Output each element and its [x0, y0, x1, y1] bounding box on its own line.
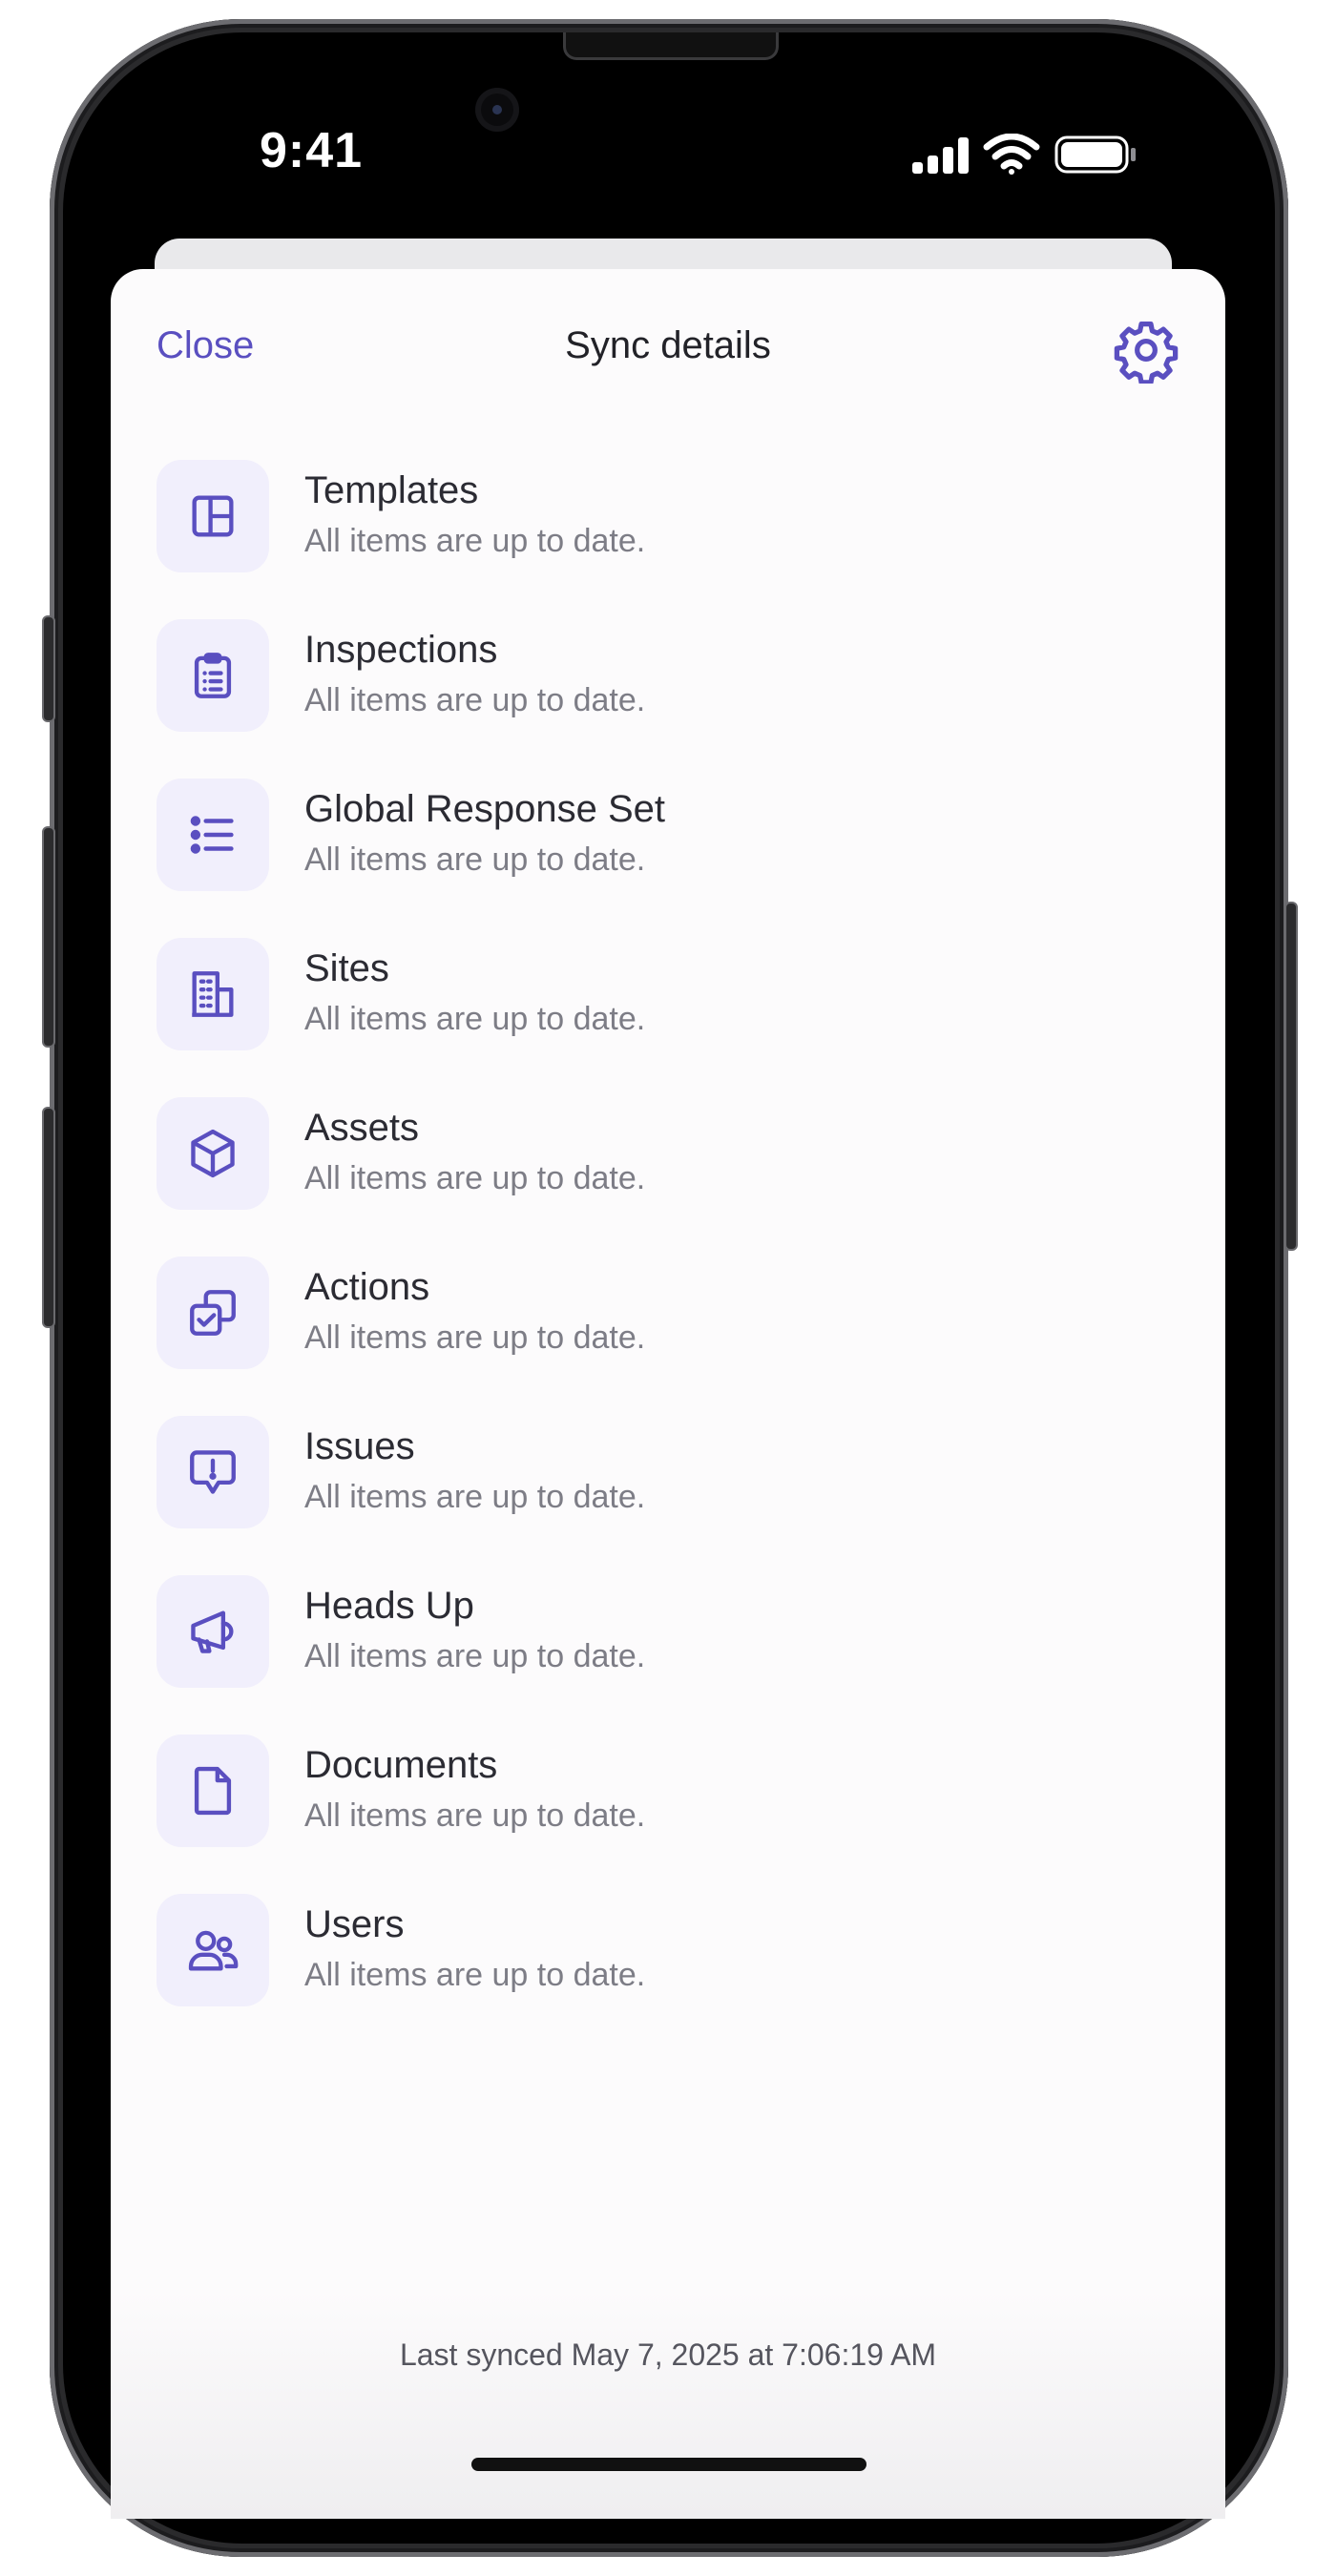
icon-tile: [157, 1575, 269, 1688]
megaphone-icon: [191, 1610, 234, 1653]
speaker-grille: [563, 32, 779, 60]
list-item-users[interactable]: Users All items are up to date.: [157, 1894, 1187, 2053]
item-title: Heads Up: [304, 1585, 474, 1627]
home-indicator[interactable]: [471, 2458, 866, 2471]
sheet-footer-area: [111, 2290, 1225, 2519]
item-title: Users: [304, 1903, 405, 1945]
status-time: 9:41: [260, 123, 364, 178]
checkbox-copy-icon: [190, 1290, 236, 1336]
document-icon: [194, 1766, 232, 1816]
clipboard-list-icon: [194, 653, 232, 698]
battery-icon: [1054, 135, 1136, 174]
icon-tile: [157, 938, 269, 1050]
item-title: Actions: [304, 1266, 430, 1308]
list-item-actions[interactable]: Actions All items are up to date.: [157, 1257, 1187, 1416]
icon-tile: [157, 779, 269, 891]
icon-tile: [157, 1257, 269, 1369]
list-item-global-response-set[interactable]: Global Response Set All items are up to …: [157, 779, 1187, 938]
alert-message-icon: [190, 1450, 236, 1494]
list-item-inspections[interactable]: Inspections All items are up to date.: [157, 619, 1187, 779]
page-title: Sync details: [565, 324, 771, 366]
icon-tile: [157, 1735, 269, 1847]
volume-up-button: [42, 826, 55, 1048]
icon-tile: [157, 1416, 269, 1528]
mute-switch: [42, 615, 55, 722]
item-status: All items are up to date.: [304, 1001, 646, 1037]
layout-template-icon: [192, 495, 234, 537]
list-item-assets[interactable]: Assets All items are up to date.: [157, 1097, 1187, 1257]
item-status: All items are up to date.: [304, 1319, 646, 1356]
building-icon: [192, 971, 234, 1017]
item-status: All items are up to date.: [304, 1638, 646, 1674]
list-item-issues[interactable]: Issues All items are up to date.: [157, 1416, 1187, 1575]
item-title: Templates: [304, 469, 479, 511]
front-camera: [475, 88, 519, 132]
item-status: All items are up to date.: [304, 682, 646, 718]
item-status: All items are up to date.: [304, 841, 646, 878]
list-item-templates[interactable]: Templates All items are up to date.: [157, 460, 1187, 619]
item-status: All items are up to date.: [304, 1479, 646, 1515]
list-item-heads-up[interactable]: Heads Up All items are up to date.: [157, 1575, 1187, 1735]
bulleted-list-icon: [190, 816, 234, 854]
volume-down-button: [42, 1107, 55, 1328]
gear-icon: [1114, 321, 1179, 385]
item-title: Sites: [304, 947, 389, 989]
list-item-sites[interactable]: Sites All items are up to date.: [157, 938, 1187, 1097]
list-item-documents[interactable]: Documents All items are up to date.: [157, 1735, 1187, 1894]
sync-details-sheet: Close Sync details Templates All items a…: [111, 269, 1225, 2492]
last-synced-text: Last synced May 7, 2025 at 7:06:19 AM: [399, 2337, 937, 2372]
cellular-signal-icon: [912, 137, 969, 174]
settings-button[interactable]: [1113, 317, 1179, 385]
item-title: Issues: [304, 1425, 415, 1467]
sync-item-list: Templates All items are up to date. Insp…: [157, 460, 1187, 2053]
icon-tile: [157, 460, 269, 572]
power-button: [1284, 902, 1298, 1251]
item-status: All items are up to date.: [304, 1160, 646, 1196]
icon-tile: [157, 619, 269, 732]
icon-tile: [157, 1097, 269, 1210]
status-icons: [897, 133, 1155, 176]
item-status: All items are up to date.: [304, 523, 646, 559]
item-status: All items are up to date.: [304, 1797, 646, 1834]
users-icon: [188, 1930, 239, 1971]
cube-icon: [191, 1129, 235, 1178]
item-status: All items are up to date.: [304, 1957, 646, 1993]
wifi-icon: [983, 133, 1040, 175]
item-title: Global Response Set: [304, 788, 666, 830]
item-title: Inspections: [304, 629, 498, 671]
item-title: Assets: [304, 1107, 420, 1149]
icon-tile: [157, 1894, 269, 2006]
item-title: Documents: [304, 1744, 498, 1786]
